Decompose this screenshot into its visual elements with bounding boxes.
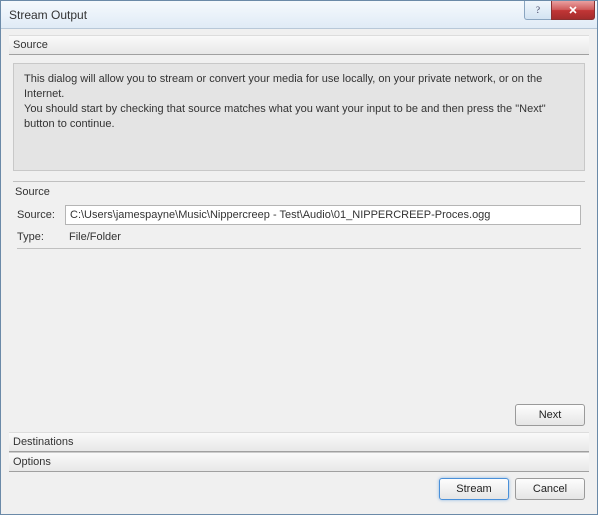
info-text: This dialog will allow you to stream or … <box>13 63 585 171</box>
close-button[interactable] <box>551 1 595 20</box>
section-header-options[interactable]: Options <box>9 452 589 472</box>
bottom-section-headers: Destinations Options <box>9 432 589 472</box>
source-group-label: Source <box>13 184 585 202</box>
cancel-button[interactable]: Cancel <box>515 478 585 500</box>
source-section: This dialog will allow you to stream or … <box>9 55 589 432</box>
dialog-button-row: Stream Cancel <box>9 472 589 506</box>
source-input[interactable] <box>65 205 581 225</box>
stream-button[interactable]: Stream <box>439 478 509 500</box>
help-button[interactable]: ? <box>524 1 552 20</box>
info-line-2: You should start by checking that source… <box>24 102 574 132</box>
type-label: Type: <box>17 231 65 243</box>
source-fieldgroup: Source Source: Type: File/Folder <box>13 181 585 249</box>
titlebar[interactable]: Stream Output ? <box>1 1 597 29</box>
close-icon <box>568 5 578 15</box>
section-header-source: Source <box>9 35 589 55</box>
source-label: Source: <box>17 209 65 221</box>
type-row: Type: File/Folder <box>13 228 585 246</box>
next-button-row: Next <box>9 398 589 432</box>
stream-output-dialog: Stream Output ? Source This dialog will … <box>0 0 598 515</box>
dialog-content: Source This dialog will allow you to str… <box>1 29 597 514</box>
section-header-destinations[interactable]: Destinations <box>9 432 589 452</box>
svg-text:?: ? <box>536 5 540 15</box>
spacer <box>9 249 589 398</box>
help-icon: ? <box>533 5 543 15</box>
source-row: Source: <box>13 202 585 228</box>
info-line-1: This dialog will allow you to stream or … <box>24 72 574 102</box>
window-title: Stream Output <box>9 8 87 22</box>
type-value: File/Folder <box>65 231 121 243</box>
window-controls: ? <box>525 1 595 20</box>
next-button[interactable]: Next <box>515 404 585 426</box>
